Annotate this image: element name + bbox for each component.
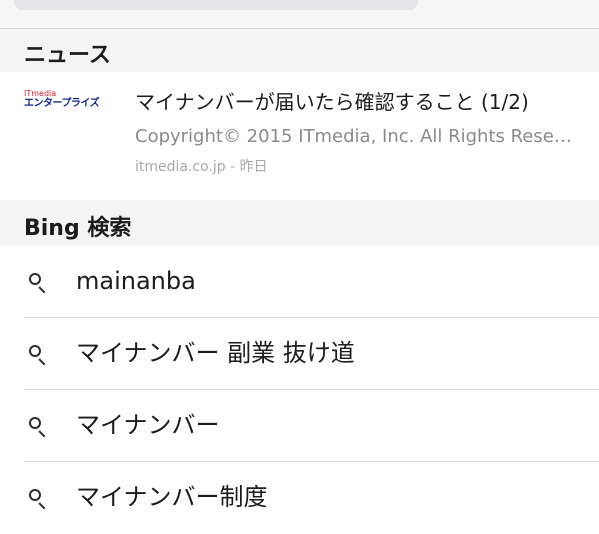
suggestion-row[interactable]: マイナンバー制度 — [0, 462, 599, 534]
news-title[interactable]: マイナンバーが届いたら確認すること (1/2) — [135, 90, 579, 114]
search-field[interactable] — [14, 0, 418, 10]
suggestion-row[interactable]: マイナンバー 副業 抜け道 — [0, 318, 599, 390]
news-item[interactable]: ITmedia エンタープライズ マイナンバーが届いたら確認すること (1/2)… — [0, 72, 599, 200]
logo-bottom-text: エンタープライズ — [24, 98, 100, 109]
logo-top-text: ITmedia — [24, 89, 57, 98]
itmedia-logo: ITmedia エンタープライズ — [24, 90, 122, 110]
suggestion-text: マイナンバー — [76, 411, 220, 439]
news-section-title: ニュース — [24, 43, 111, 68]
bing-section-title: Bing 検索 — [24, 216, 132, 241]
news-source: itmedia.co.jp - 昨日 — [135, 159, 268, 175]
bing-section-header: Bing 検索 — [0, 200, 599, 246]
search-icon — [29, 417, 41, 429]
suggestion-row[interactable]: マイナンバー — [0, 390, 599, 462]
suggestion-text: マイナンバー制度 — [76, 483, 268, 511]
news-description: Copyright© 2015 ITmedia, Inc. All Rights… — [135, 126, 579, 147]
search-icon — [29, 273, 41, 285]
top-search-bar — [0, 0, 599, 29]
suggestion-row[interactable]: mainanba — [0, 246, 599, 318]
suggestion-text: マイナンバー 副業 抜け道 — [76, 339, 355, 367]
news-section-header: ニュース — [0, 29, 599, 72]
search-icon — [29, 345, 41, 357]
suggestion-text: mainanba — [76, 267, 196, 295]
suggestion-list: mainanba マイナンバー 副業 抜け道 マイナンバー マイナンバー制度 — [0, 246, 599, 534]
search-icon — [29, 489, 41, 501]
